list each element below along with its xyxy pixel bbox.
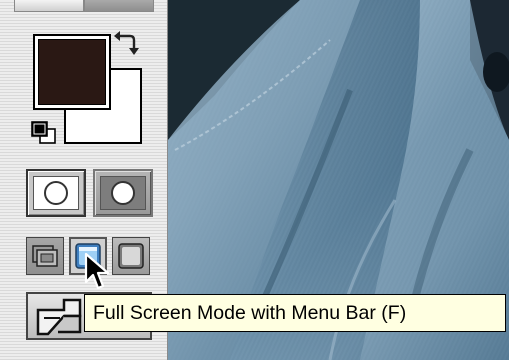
tooltip: Full Screen Mode with Menu Bar (F) — [84, 294, 506, 332]
quick-mask-icon — [100, 176, 146, 210]
full-screen-mode-button[interactable] — [112, 237, 150, 275]
standard-mode-icon — [33, 176, 79, 210]
standard-screen-mode-icon — [32, 245, 58, 267]
foreground-color-fill — [38, 39, 106, 105]
tool-button-top-left[interactable] — [14, 0, 84, 12]
mask-circle — [111, 181, 135, 205]
arrow-cursor-icon — [84, 252, 110, 290]
foreground-color-swatch[interactable] — [33, 34, 111, 110]
standard-mode-button[interactable] — [26, 169, 86, 217]
quick-mask-mode-button[interactable] — [93, 169, 153, 217]
full-screen-mode-icon — [118, 243, 144, 269]
tooltip-text: Full Screen Mode with Menu Bar (F) — [93, 301, 407, 324]
tool-button-top-right[interactable] — [84, 0, 154, 12]
screenshot-stage: Full Screen Mode with Menu Bar (F) — [0, 0, 509, 360]
swap-colors-icon[interactable] — [112, 30, 140, 58]
standard-screen-mode-button[interactable] — [26, 237, 64, 275]
toolbox-top-strip — [14, 0, 154, 14]
mask-circle — [44, 181, 68, 205]
default-colors-icon[interactable] — [30, 120, 58, 146]
